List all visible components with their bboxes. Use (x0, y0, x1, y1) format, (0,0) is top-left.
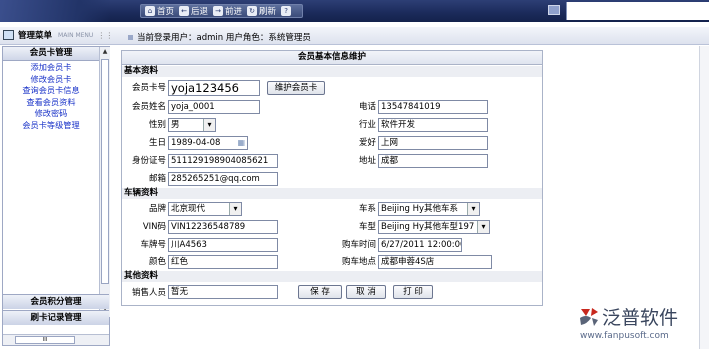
top-bar: ⌂ 首页 ← 后退 → 前进 ↻ 刷新 ? (0, 0, 709, 22)
maintain-card-button[interactable]: 维护会员卡 (267, 81, 325, 95)
section-basic: 基本资料 (122, 66, 542, 77)
gender-select[interactable]: 男 (168, 118, 216, 132)
cancel-button[interactable]: 取 消 (346, 285, 386, 299)
form-title: 会员基本信息维护 (122, 51, 542, 65)
birthday-label: 生日 (148, 138, 166, 148)
salesperson-label: 销售人员 (131, 288, 166, 298)
sidebar-list: 添加会员卡 修改会员卡 查询会员卡信息 查看会员资料 修改密码 会员卡等级管理 (3, 61, 99, 131)
purchase-place-label: 购车地点 (341, 257, 376, 267)
menu-title-text: 管理菜单 (18, 31, 53, 41)
series-select[interactable]: Beijing Hy其他车系 (378, 202, 480, 216)
brand-select[interactable]: 北京现代 (168, 202, 242, 216)
scroll-up-icon[interactable]: ▲ (101, 48, 109, 57)
sidebar-section-points[interactable]: 会员积分管理 (3, 294, 109, 309)
nav-forward-label: 前进 (225, 7, 243, 17)
top-navigation: ⌂ 首页 ← 后退 → 前进 ↻ 刷新 ? (140, 4, 304, 18)
brand-url: www.fanpusoft.com (580, 331, 669, 341)
print-button[interactable]: 打 印 (393, 285, 433, 299)
window-icon[interactable] (548, 5, 560, 15)
menu-icon (3, 30, 14, 40)
sidebar-item-card-level[interactable]: 会员卡等级管理 (3, 120, 99, 132)
logo-swoosh (0, 0, 110, 22)
login-info-text: 当前登录用户：admin 用户角色：系统管理员 (137, 33, 311, 43)
nav-refresh-label: 刷新 (259, 7, 277, 17)
sidebar-scroll-thumb[interactable] (101, 59, 109, 284)
sidebar-item-change-password[interactable]: 修改密码 (3, 108, 99, 120)
plate-input[interactable]: 川A4563 (168, 238, 278, 252)
sidebar-section-header[interactable]: 会员卡管理 (3, 47, 99, 61)
email-label: 邮箱 (148, 174, 166, 184)
sidebar: 会员卡管理 添加会员卡 修改会员卡 查询会员卡信息 查看会员资料 修改密码 会员… (2, 46, 110, 346)
series-label: 车系 (358, 204, 376, 214)
id-no-input[interactable]: 511129198904085621 (168, 154, 278, 168)
refresh-icon: ↻ (247, 6, 258, 16)
menu-title-en: MAIN MENU (58, 31, 94, 39)
brand-label: 品牌 (148, 204, 166, 214)
color-input[interactable]: 红色 (168, 255, 278, 269)
nav-back-button[interactable]: ← 后退 (179, 5, 208, 17)
nav-home-label: 首页 (157, 7, 175, 17)
sidebar-item-query-card[interactable]: 查询会员卡信息 (3, 85, 99, 97)
phone-label: 电话 (358, 102, 376, 112)
sidebar-scrollbar[interactable]: ▲ ▼ (99, 47, 110, 317)
model-label: 车型 (358, 222, 376, 232)
bullet-icon (128, 35, 133, 40)
save-button[interactable]: 保 存 (298, 285, 342, 299)
section-vehicle: 车辆资料 (122, 188, 542, 199)
hobby-input[interactable]: 上网 (378, 136, 488, 150)
sidebar-hscrollbar[interactable]: III (3, 334, 109, 345)
id-no-label: 身份证号 (131, 156, 166, 166)
nav-forward-button[interactable]: → 前进 (213, 5, 242, 17)
plate-label: 车牌号 (140, 240, 166, 250)
nav-back-label: 后退 (191, 7, 209, 17)
card-no-input[interactable]: yoja123456 (168, 80, 260, 96)
gender-label: 性别 (148, 120, 166, 130)
brand-logo-icon (580, 308, 598, 326)
help-icon: ? (281, 6, 292, 16)
color-label: 颜色 (148, 257, 166, 267)
purchase-time-label: 购车时间 (341, 240, 376, 250)
sidebar-item-edit-card[interactable]: 修改会员卡 (3, 74, 99, 86)
vin-label: VIN码 (142, 222, 166, 232)
industry-label: 行业 (358, 120, 376, 130)
industry-input[interactable]: 软件开发 (378, 118, 488, 132)
sidebar-item-add-card[interactable]: 添加会员卡 (3, 62, 99, 74)
phone-input[interactable]: 13547841019 (378, 100, 488, 114)
sub-bar: 管理菜单 MAIN MENU ⋮⋮ 当前登录用户：admin 用户角色：系统管理… (0, 27, 709, 45)
card-no-label: 会员卡号 (131, 83, 166, 93)
nav-home-button[interactable]: ⌂ 首页 (145, 5, 174, 17)
birthday-input[interactable]: 1989-04-08 (168, 136, 248, 150)
name-input[interactable]: yoja_0001 (168, 100, 260, 114)
brand-name: 泛普软件 (602, 307, 679, 329)
address-label: 地址 (358, 156, 376, 166)
top-right-panel (566, 2, 709, 20)
sidebar-section-swipe-records[interactable]: 刷卡记录管理 (3, 310, 109, 325)
brand-watermark: 泛普软件 www.fanpusoft.com (578, 303, 708, 347)
member-form: 会员基本信息维护 基本资料 会员卡号 yoja123456 维护会员卡 会员姓名… (121, 50, 543, 306)
hobby-label: 爱好 (358, 138, 376, 148)
nav-refresh-button[interactable]: ↻ 刷新 (247, 5, 276, 17)
model-select[interactable]: Beijing Hy其他车型197 (378, 220, 490, 234)
purchase-place-input[interactable]: 成都申蓉4S店 (378, 255, 492, 269)
nav-help-button[interactable]: ? (281, 6, 293, 16)
home-icon: ⌂ (145, 6, 155, 16)
menu-collapse-handle[interactable]: ⋮⋮ (97, 31, 113, 40)
vin-input[interactable]: VIN12236548789 (168, 220, 278, 234)
sidebar-hscroll-thumb[interactable]: III (15, 336, 75, 344)
email-input[interactable]: 285265251@qq.com (168, 172, 278, 186)
login-info: 当前登录用户：admin 用户角色：系统管理员 (128, 31, 311, 43)
purchase-time-input[interactable]: 6/27/2011 12:00:00 (378, 238, 462, 252)
sidebar-item-view-profile[interactable]: 查看会员资料 (3, 97, 99, 109)
section-other: 其他资料 (122, 271, 542, 282)
address-input[interactable]: 成都 (378, 154, 488, 168)
back-icon: ← (179, 6, 190, 16)
forward-icon: → (213, 6, 224, 16)
salesperson-input[interactable]: 暂无 (168, 285, 278, 299)
name-label: 会员姓名 (131, 102, 166, 112)
menu-title: 管理菜单 MAIN MENU ⋮⋮ (3, 29, 113, 41)
